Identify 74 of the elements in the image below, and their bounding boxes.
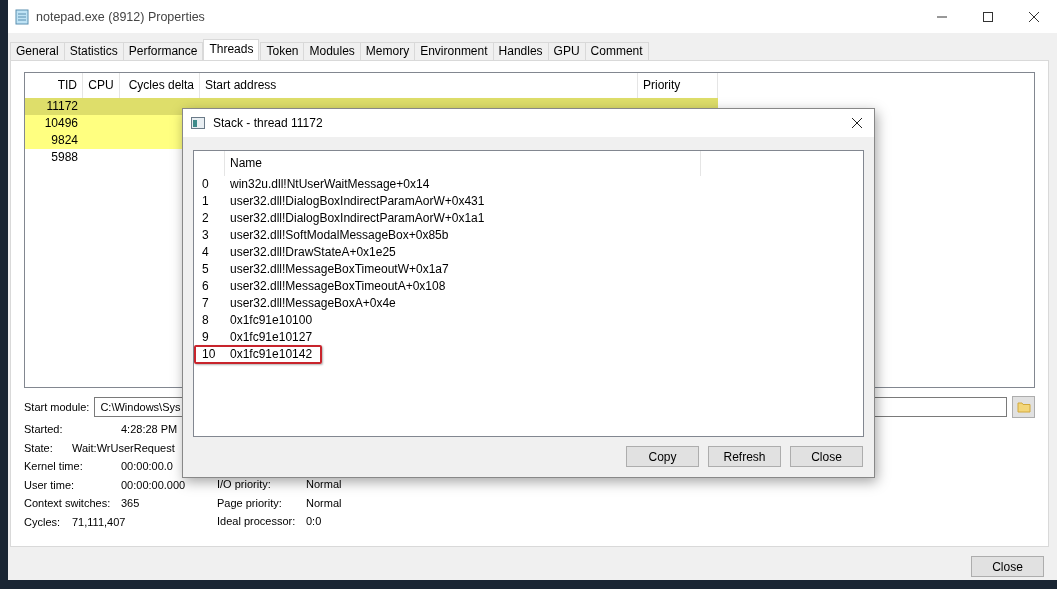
- detail-label: State:: [24, 440, 54, 456]
- tab[interactable]: Threads: [203, 39, 260, 60]
- detail-value: 0:0: [306, 514, 322, 529]
- detail-label: Cycles:: [24, 514, 62, 530]
- close-icon[interactable]: [851, 117, 863, 129]
- dialog-button[interactable]: Refresh: [708, 446, 781, 467]
- frame-name: 0x1fc91e10100: [229, 313, 313, 328]
- field-label: Start module:: [24, 401, 90, 413]
- frame-index: 4: [201, 245, 210, 260]
- frame-index: 10: [201, 347, 217, 362]
- frame-row[interactable]: 5 user32.dll!MessageBoxTimeoutW+0x1a7: [194, 260, 459, 279]
- detail-label: Kernel time:: [24, 459, 84, 474]
- frame-index: 9: [201, 330, 210, 345]
- frame-row[interactable]: 2 user32.dll!DialogBoxIndirectParamAorW+0x1a1: [194, 209, 495, 228]
- frame-name: user32.dll!DrawStateA+0x1e25: [229, 245, 396, 260]
- tab[interactable]: Performance: [122, 42, 204, 60]
- detail-value: 4:28:28 PM: [121, 422, 178, 437]
- table-cell-text: 10496: [43, 115, 79, 132]
- frame-row[interactable]: 1 user32.dll!DialogBoxIndirectParamAorW+0x431: [194, 192, 495, 211]
- detail-value: 00:00:00.000: [121, 477, 186, 493]
- window-title: notepad.exe (8912) Properties: [36, 9, 205, 24]
- frame-row[interactable]: 6 user32.dll!MessageBoxTimeoutA+0x108: [194, 277, 456, 296]
- notepad-icon: [14, 8, 30, 25]
- detail-value: Normal: [306, 477, 342, 492]
- frame-name: win32u.dll!NtUserWaitMessage+0x14: [229, 177, 430, 192]
- dialog-button[interactable]: Copy: [626, 446, 699, 467]
- detail-label: Page priority:: [217, 495, 283, 511]
- detail-label: Context switches:: [24, 496, 112, 511]
- dialog-button[interactable]: Close: [790, 446, 863, 467]
- frame-row[interactable]: 9 0x1fc91e10127: [194, 328, 323, 347]
- detail-value: Normal: [306, 495, 342, 511]
- detail-label: User time:: [24, 477, 76, 493]
- detail-value: 71,111,407: [72, 514, 126, 530]
- tab[interactable]: Memory: [359, 42, 416, 60]
- frame-name: user32.dll!MessageBoxTimeoutA+0x108: [229, 279, 446, 294]
- tab[interactable]: Token: [260, 42, 305, 60]
- frame-row[interactable]: 0 win32u.dll!NtUserWaitMessage+0x14: [194, 175, 440, 194]
- frame-index: 5: [201, 262, 210, 277]
- window-icon: [191, 117, 205, 129]
- frame-row[interactable]: 3 user32.dll!SoftModalMessageBox+0x85b: [194, 226, 459, 245]
- frame-row[interactable]: 10 0x1fc91e10142: [194, 345, 323, 364]
- frame-row[interactable]: 4 user32.dll!DrawStateA+0x1e25: [194, 243, 406, 262]
- frame-name: user32.dll!MessageBoxTimeoutW+0x1a7: [229, 262, 449, 277]
- detail-value: Wait:WrUserRequest: [72, 440, 175, 456]
- close-icon[interactable]: [1028, 10, 1040, 23]
- folder-icon: [1016, 401, 1031, 413]
- detail-value: 00:00:00.0: [121, 459, 173, 474]
- frame-index: 6: [201, 279, 210, 294]
- frame-name: user32.dll!DialogBoxIndirectParamAorW+0x1a1: [229, 211, 485, 226]
- maximize-icon[interactable]: [982, 10, 994, 23]
- detail-label: I/O priority:: [217, 477, 272, 492]
- frame-index: 2: [201, 211, 210, 226]
- frame-index: 3: [201, 228, 210, 243]
- frame-name: 0x1fc91e10127: [229, 330, 313, 345]
- frame-index: 1: [201, 194, 210, 209]
- frame-row[interactable]: 7 user32.dll!MessageBoxA+0x4e: [194, 294, 406, 313]
- frame-index: 7: [201, 296, 210, 311]
- close-button[interactable]: Close: [971, 556, 1044, 577]
- detail-label: Ideal processor:: [217, 514, 297, 529]
- frame-name: 0x1fc91e10142: [229, 347, 313, 362]
- detail-label: Started:: [24, 422, 64, 437]
- frame-name: user32.dll!MessageBoxA+0x4e: [229, 296, 396, 311]
- table-cell-text: 11172: [45, 98, 79, 115]
- frame-row[interactable]: 8 0x1fc91e10100: [194, 311, 323, 330]
- dialog-title: Stack - thread 11172: [213, 116, 323, 130]
- frame-name: user32.dll!SoftModalMessageBox+0x85b: [229, 228, 449, 243]
- tab[interactable]: General: [10, 42, 65, 60]
- table-cell-text: 9824: [50, 132, 79, 149]
- tab[interactable]: Comment: [584, 42, 649, 60]
- frame-index: 8: [201, 313, 210, 328]
- frame-index: 0: [201, 177, 210, 192]
- column-header[interactable]: Name: [225, 151, 701, 176]
- frame-name: user32.dll!DialogBoxIndirectParamAorW+0x431: [229, 194, 485, 209]
- detail-value: 365: [121, 496, 140, 511]
